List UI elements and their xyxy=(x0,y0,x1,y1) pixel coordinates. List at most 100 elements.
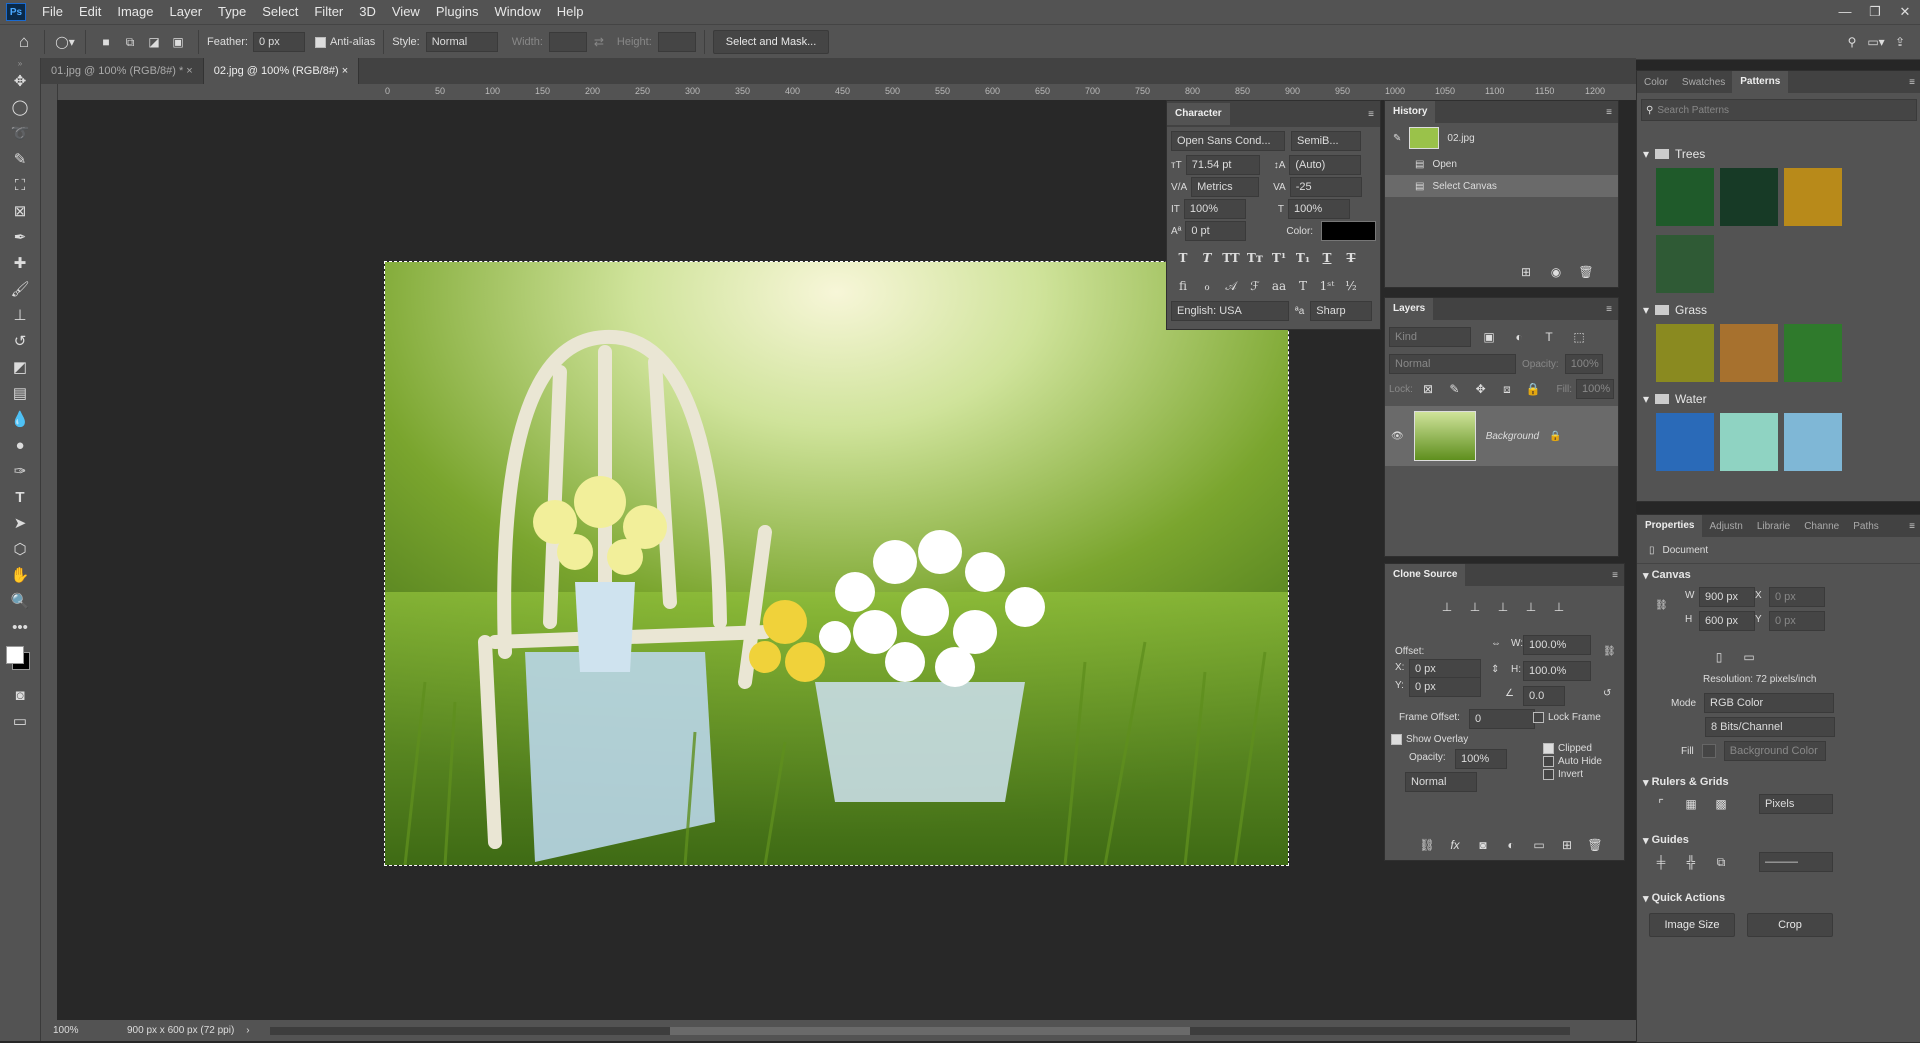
minimize-icon[interactable]: — xyxy=(1830,4,1860,20)
layer-kind-filter[interactable]: Kind xyxy=(1389,327,1471,347)
guides-icon[interactable]: ╪ xyxy=(1649,851,1673,873)
link-icon[interactable]: ⛓ xyxy=(1655,600,1668,611)
lasso-tool-icon[interactable]: ➰ xyxy=(0,120,40,146)
history-item[interactable]: ▤ Open xyxy=(1385,153,1618,175)
new-selection-icon[interactable]: ■ xyxy=(94,31,118,53)
anti-alias-select[interactable]: Sharp xyxy=(1310,301,1373,321)
lock-all-icon[interactable]: 🔒 xyxy=(1522,378,1544,400)
canvas-width-input[interactable]: 900 px xyxy=(1699,587,1755,607)
ligatures-icon[interactable]: fi xyxy=(1171,275,1195,297)
color-mode-select[interactable]: RGB Color xyxy=(1704,693,1835,713)
frame-offset-input[interactable]: 0 xyxy=(1469,709,1535,729)
pen-tool-icon[interactable]: ✑ xyxy=(0,458,40,484)
visibility-eye-icon[interactable]: 👁 xyxy=(1391,431,1404,442)
guide-layout-icon[interactable]: ⧉ xyxy=(1709,851,1733,873)
auto-hide-option[interactable]: Auto Hide xyxy=(1543,756,1602,767)
new-group-icon[interactable]: ▭ xyxy=(1527,834,1551,856)
pattern-swatch[interactable] xyxy=(1656,413,1714,471)
fill-select[interactable]: Background Color xyxy=(1723,741,1826,761)
clone-source-5-icon[interactable]: ⊥ xyxy=(1547,596,1571,618)
more-tools-icon[interactable]: ••• xyxy=(0,614,40,640)
tab-02-jpg[interactable]: 02.jpg @ 100% (RGB/8#) × xyxy=(203,58,360,84)
height-input[interactable]: 100.0% xyxy=(1523,661,1591,681)
layer-name[interactable]: Background xyxy=(1486,431,1539,442)
faux-bold-icon[interactable]: T xyxy=(1171,247,1195,269)
small-caps-icon[interactable]: Tᴛ xyxy=(1243,247,1267,269)
move-tool-icon[interactable]: ✥ xyxy=(0,68,40,94)
subtract-selection-icon[interactable]: ◪ xyxy=(142,31,166,53)
font-family-select[interactable]: Open Sans Cond... xyxy=(1171,131,1285,151)
pattern-swatch[interactable] xyxy=(1784,413,1842,471)
frame-tool-icon[interactable]: ⊠ xyxy=(0,198,40,224)
font-size-input[interactable]: 71.54 pt xyxy=(1185,155,1260,175)
link-layers-icon[interactable]: ⛓ xyxy=(1415,834,1439,856)
close-tab-icon[interactable]: × xyxy=(342,65,348,77)
ordinal-1st-icon[interactable]: 1ˢᵗ xyxy=(1315,275,1339,297)
menu-file[interactable]: File xyxy=(34,0,71,24)
collapse-icon[interactable]: » xyxy=(0,58,40,68)
fx-icon[interactable]: fx xyxy=(1443,834,1467,856)
tab-patterns[interactable]: Patterns xyxy=(1732,71,1789,93)
blur-tool-icon[interactable]: 💧 xyxy=(0,406,40,432)
tab-swatches[interactable]: Swatches xyxy=(1675,77,1732,88)
language-select[interactable]: English: USA xyxy=(1171,301,1289,321)
filter-adjustment-icon[interactable]: ◐ xyxy=(1507,326,1531,348)
close-window-icon[interactable]: ✕ xyxy=(1890,4,1920,20)
new-guide-icon[interactable]: ╬ xyxy=(1679,851,1703,873)
strikethrough-icon[interactable]: T xyxy=(1339,247,1363,269)
new-layer-icon[interactable]: ⊞ xyxy=(1555,834,1579,856)
eraser-tool-icon[interactable]: ◩ xyxy=(0,354,40,380)
guide-style-select[interactable]: ——— xyxy=(1759,852,1833,872)
delete-layer-icon[interactable]: 🗑 xyxy=(1583,834,1607,856)
pattern-swatch[interactable] xyxy=(1720,324,1778,382)
ruler-icon[interactable]: ⌜ xyxy=(1649,793,1673,815)
image-size-button[interactable]: Image Size xyxy=(1649,913,1735,937)
tab-layers[interactable]: Layers xyxy=(1385,298,1434,320)
clone-source-2-icon[interactable]: ⊥ xyxy=(1463,596,1487,618)
ruler-units-select[interactable]: Pixels xyxy=(1759,794,1833,814)
width-input[interactable] xyxy=(548,32,587,52)
filter-pixel-icon[interactable]: ▣ xyxy=(1477,326,1501,348)
opacity-input[interactable]: 100% xyxy=(1564,354,1603,374)
screen-mode-icon[interactable]: ▭ xyxy=(0,708,40,734)
horizontal-scrollbar[interactable] xyxy=(269,1026,1570,1035)
lock-pixels-icon[interactable]: ⊠ xyxy=(1417,378,1439,400)
brush-tool-icon[interactable]: 🖌 xyxy=(0,276,40,302)
flip-horizontal-icon[interactable]: ⇔ xyxy=(1491,638,1501,649)
lock-image-icon[interactable]: ✎ xyxy=(1443,378,1465,400)
pattern-swatch[interactable] xyxy=(1784,168,1842,226)
offset-x-input[interactable]: 0 px xyxy=(1409,659,1481,679)
menu-edit[interactable]: Edit xyxy=(71,0,109,24)
clone-source-4-icon[interactable]: ⊥ xyxy=(1519,596,1543,618)
restore-icon[interactable]: ❐ xyxy=(1860,4,1890,20)
crop-tool-icon[interactable]: ⛶ xyxy=(0,172,40,198)
menu-view[interactable]: View xyxy=(384,0,428,24)
tracking-input[interactable]: -25 xyxy=(1289,177,1362,197)
tab-properties[interactable]: Properties xyxy=(1637,515,1703,537)
trash-icon[interactable]: 🗑 xyxy=(1574,261,1598,283)
vertical-scale-input[interactable]: 100% xyxy=(1183,199,1246,219)
tab-libraries[interactable]: Librarie xyxy=(1750,521,1797,532)
landscape-icon[interactable]: ▭ xyxy=(1737,646,1761,668)
quick-selection-tool-icon[interactable]: ✎ xyxy=(0,146,40,172)
pattern-swatch[interactable] xyxy=(1784,324,1842,382)
text-color-swatch[interactable] xyxy=(1321,221,1376,241)
close-tab-icon[interactable]: × xyxy=(186,65,192,77)
menu-3d[interactable]: 3D xyxy=(351,0,384,24)
history-brush-source-icon[interactable]: ✎ xyxy=(1393,133,1401,144)
baseline-shift-input[interactable]: 0 pt xyxy=(1185,221,1247,241)
superscript-icon[interactable]: T¹ xyxy=(1267,247,1291,269)
menu-window[interactable]: Window xyxy=(486,0,548,24)
horizontal-scale-input[interactable]: 100% xyxy=(1288,199,1350,219)
panel-menu-icon[interactable]: ≡ xyxy=(1606,107,1612,118)
layer-lock-icon[interactable]: 🔒 xyxy=(1549,431,1561,442)
zoom-tool-icon[interactable]: 🔍 xyxy=(0,588,40,614)
overlay-opacity-input[interactable]: 100% xyxy=(1455,749,1507,769)
width-input[interactable]: 100.0% xyxy=(1523,635,1591,655)
panel-menu-icon[interactable]: ≡ xyxy=(1612,570,1618,581)
search-patterns-input[interactable]: Search Patterns xyxy=(1657,105,1729,116)
layer-row[interactable]: 👁 Background 🔒 xyxy=(1385,406,1618,466)
titling-icon[interactable]: aa xyxy=(1267,275,1291,297)
blend-mode-select[interactable]: Normal xyxy=(1389,354,1516,374)
dodge-tool-icon[interactable]: ● xyxy=(0,432,40,458)
